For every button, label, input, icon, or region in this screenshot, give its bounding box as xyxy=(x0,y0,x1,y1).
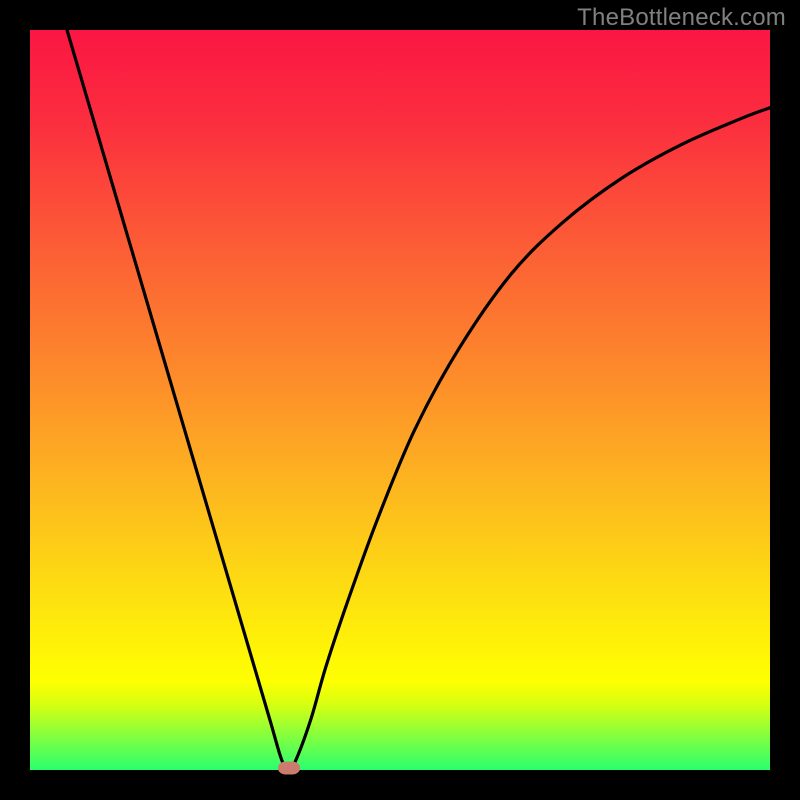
watermark-text: TheBottleneck.com xyxy=(577,4,786,32)
bottleneck-curve xyxy=(30,30,770,770)
chart-frame: TheBottleneck.com xyxy=(0,0,800,800)
plot-area xyxy=(30,30,770,770)
minimum-marker-icon xyxy=(278,762,300,775)
